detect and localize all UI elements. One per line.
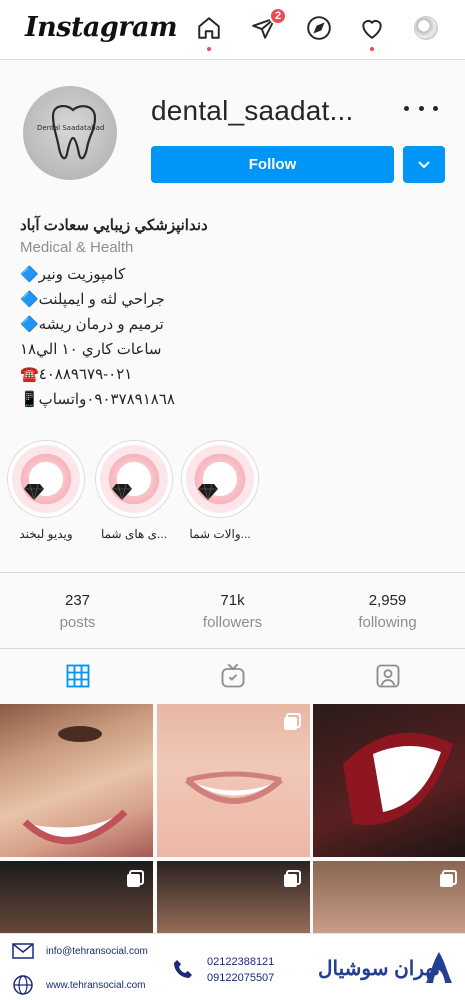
direct-badge: 2 [269,7,287,25]
profile-username: dental_saadat... [151,95,354,126]
profile-category: Medical & Health [20,239,134,256]
highlight-label: ...والات شما [189,527,251,541]
tooth-logo-icon: Dental Saadatabad [37,104,104,160]
story-highlight[interactable]: ...والات شما [181,440,259,541]
more-icon [404,105,409,111]
globe-icon [13,975,33,995]
posts-stat[interactable]: 237 posts [0,573,155,648]
diamond-icon [24,483,44,501]
tab-posts[interactable] [0,650,155,702]
top-navigation-bar: Instagram 2 [0,0,465,60]
follow-button[interactable]: Follow [151,146,394,183]
home-activity-dot [207,47,211,51]
followers-count: 71k [220,592,245,609]
posts-count: 237 [64,592,91,609]
following-stat[interactable]: 2,959 following [310,573,465,648]
instagram-profile-page: Instagram 2 Dental Saadatabad dental_saa… [0,0,465,1000]
bio-line: ٠٩٠٣٧٨٩١٨٦٨واتساپ📱 [20,391,175,408]
azadi-tower-icon [426,952,452,983]
suggested-accounts-button[interactable] [403,146,445,183]
heart-icon[interactable] [357,13,387,51]
home-icon[interactable] [194,13,224,51]
multi-post-icon [127,870,144,887]
igtv-icon [221,663,244,688]
diamond-icon [198,483,218,501]
multi-post-icon [284,713,301,730]
activity-dot [370,47,374,51]
story-highlight[interactable]: ويديو لبخند [7,440,85,541]
multi-post-icon [440,870,457,887]
explore-icon[interactable] [304,13,334,43]
bio-line: جراحي لثه و ايمپلنت🔷 [20,291,165,308]
tab-tagged[interactable] [310,650,465,702]
bio-line: ☎️٠٢١-٤٠٨٨٩٦٧٩ [20,366,133,383]
multi-post-icon [284,870,301,887]
post-thumbnail[interactable] [0,704,153,857]
followers-label: followers [202,614,263,631]
bio-line: ترميم و درمان ريشه🔷 [20,316,164,333]
footer-brand: تهران سوشیال [318,958,441,980]
footer-email: info@tehransocial.com [46,946,148,957]
bio-line: کامپوزیت ونیر🔷 [20,266,126,283]
tagged-icon [376,664,399,688]
post-thumbnail[interactable] [157,704,310,857]
profile-bio: دندانپزشکي زيبايي سعادت آباد Medical & H… [20,215,440,412]
instagram-logo[interactable]: Instagram [25,12,178,43]
svg-text:Dental Saadatabad: Dental Saadatabad [37,124,104,132]
following-count: 2,959 [368,592,407,609]
posts-label: posts [59,614,96,631]
mail-icon [12,943,34,959]
grid-icon [66,664,89,688]
footer-website: www.tehransocial.com [46,980,146,991]
profile-stats: 237 posts 71k followers 2,959 following [0,572,465,649]
following-label: following [358,614,417,631]
highlight-label: ويديو لبخند [19,527,73,541]
diamond-icon [112,483,132,501]
phone-icon [174,960,192,978]
bio-line: ساعات کاري ١٠ الي١٨ [20,341,162,358]
profile-tabs [0,650,465,702]
watermark-banner: info@tehransocial.com www.tehransocial.c… [0,933,465,1000]
direct-icon[interactable]: 2 [249,7,287,43]
more-options-button[interactable] [404,98,438,118]
profile-display-name: دندانپزشکي زيبايي سعادت آباد [20,217,208,234]
highlight-label: ...ی های شما [100,527,168,541]
user-avatar-icon[interactable] [414,16,438,40]
footer-phone-1: 02122388121 [207,956,275,968]
profile-avatar[interactable]: Dental Saadatabad [23,86,117,180]
footer-phone-2: 09122075507 [207,972,275,984]
tab-igtv[interactable] [155,650,310,702]
followers-stat[interactable]: 71k followers [155,573,310,648]
post-thumbnail[interactable] [313,704,465,857]
chevron-down-icon [418,160,430,168]
story-highlight[interactable]: ...ی های شما [95,440,173,541]
